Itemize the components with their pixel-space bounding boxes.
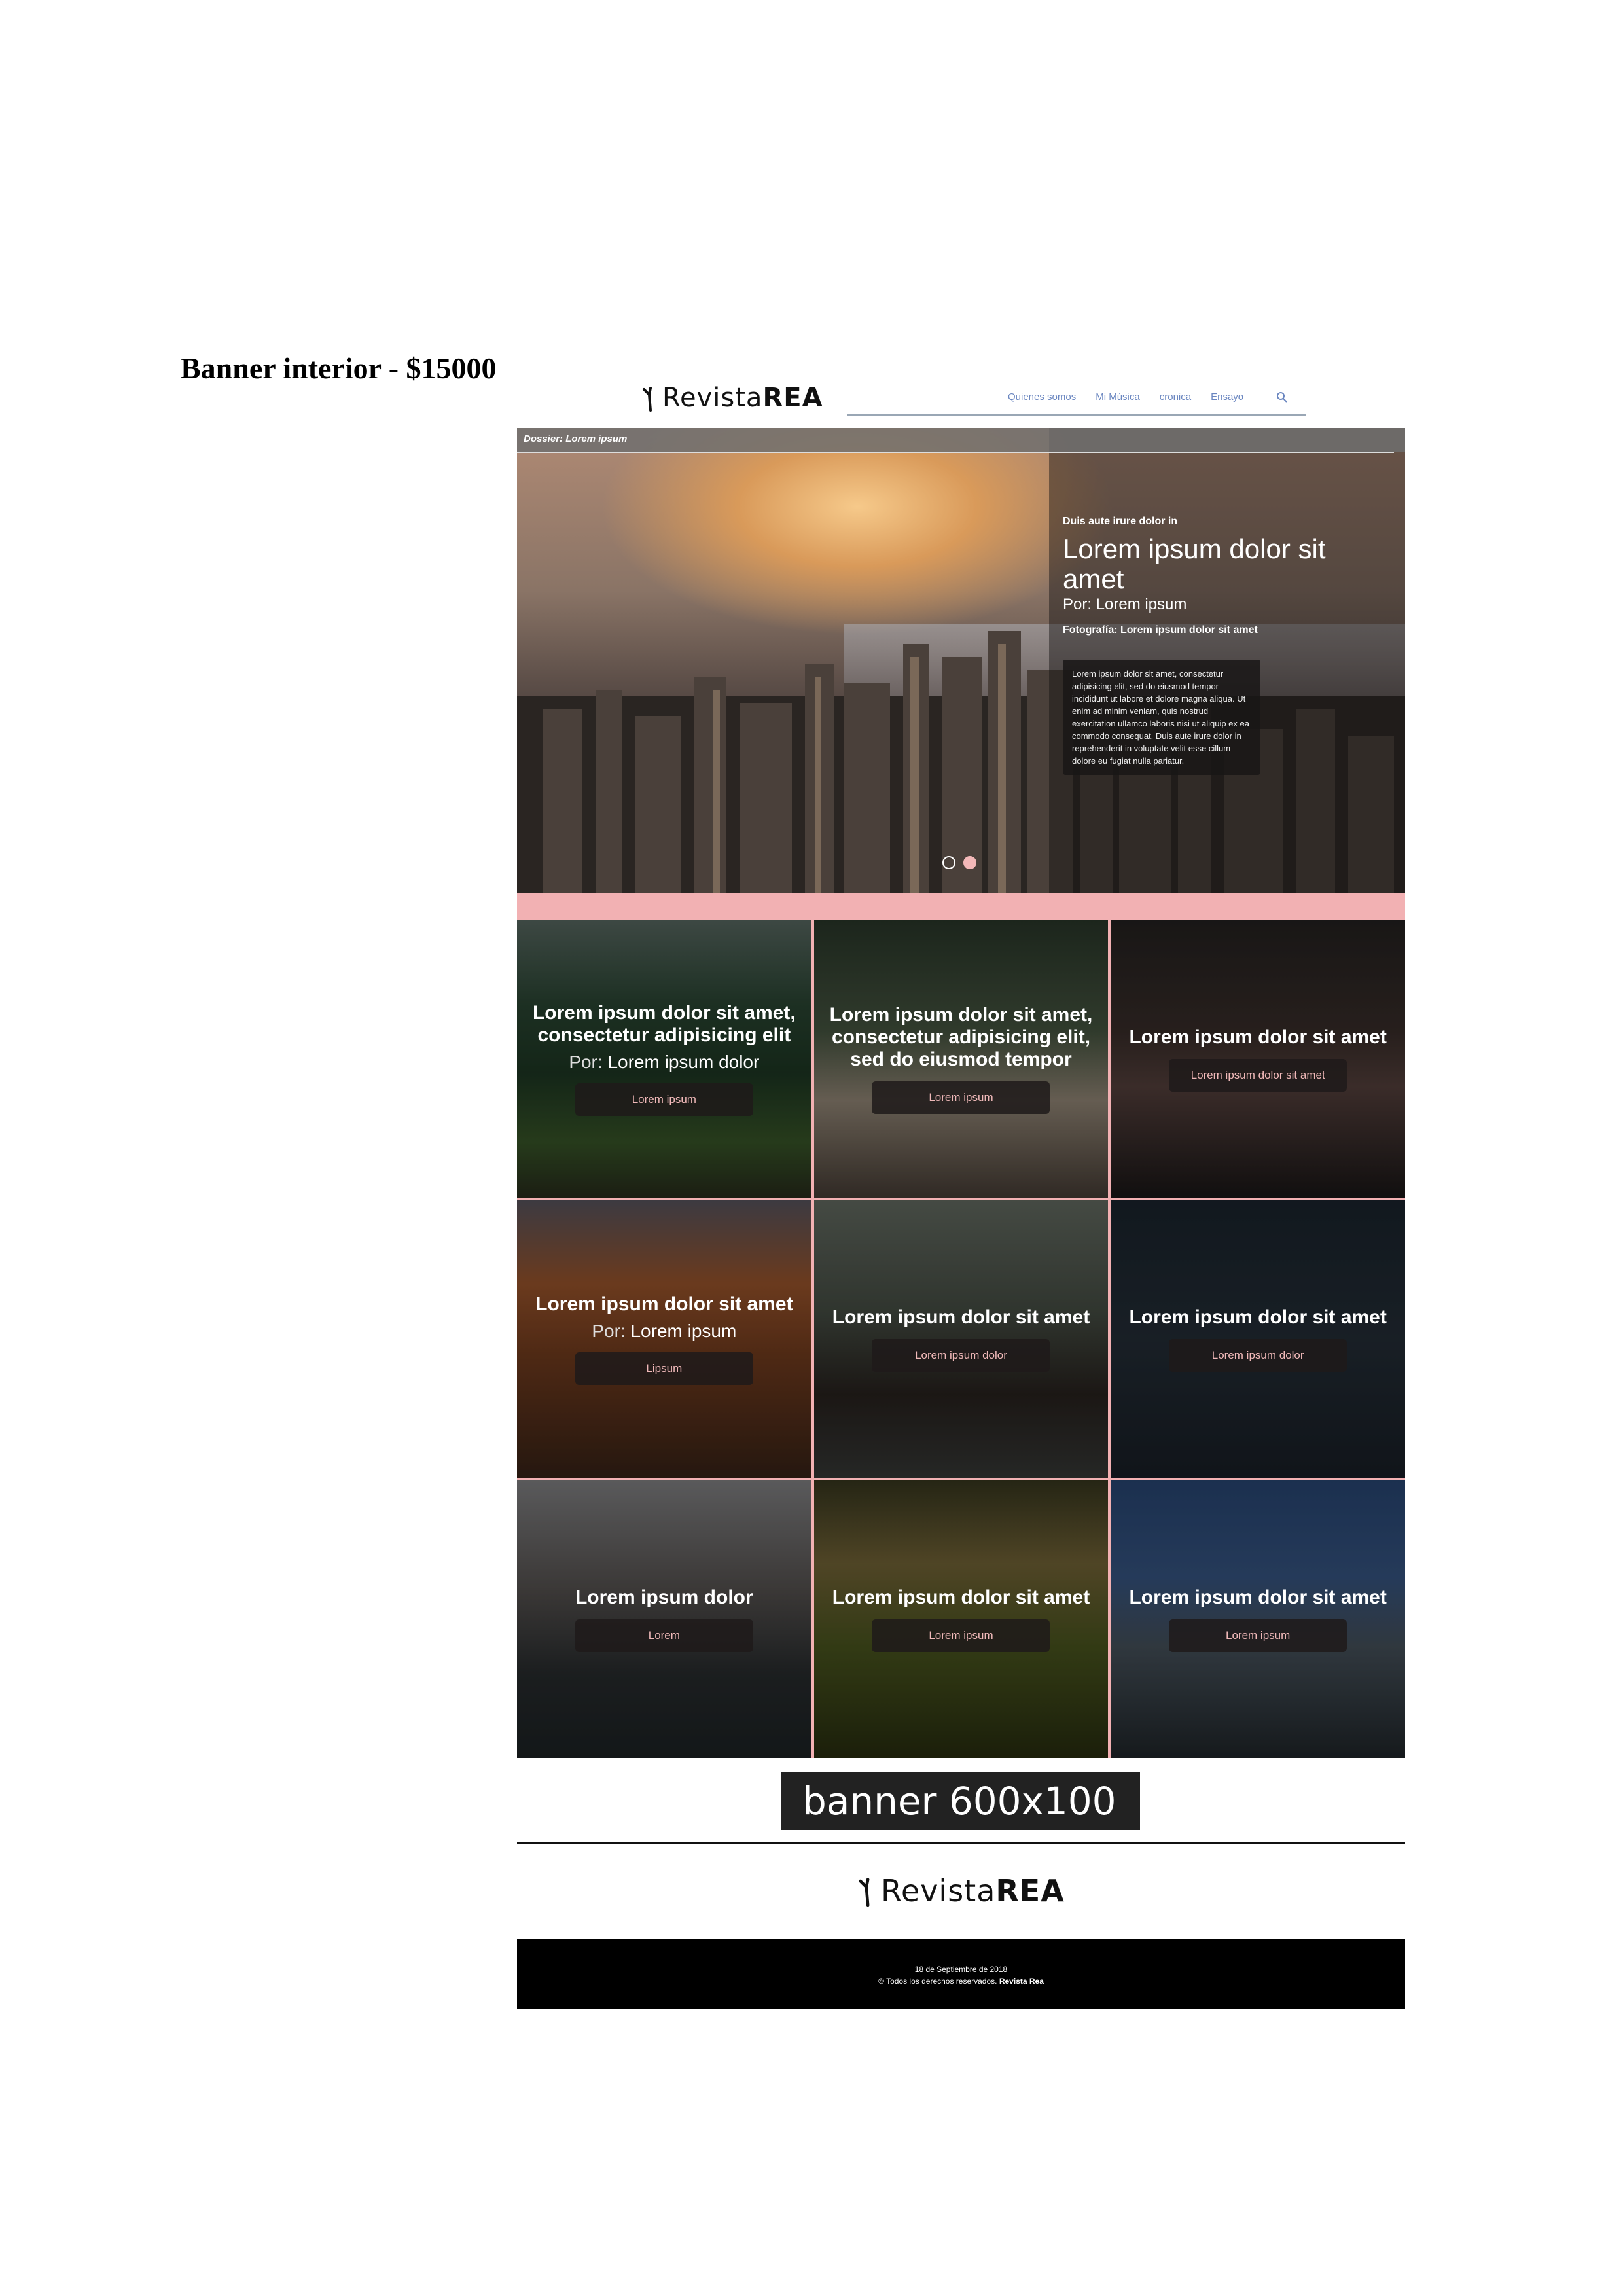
- nav-underline: [847, 414, 1306, 416]
- card-title[interactable]: Lorem ipsum dolor sit amet, consectetur …: [521, 1002, 808, 1047]
- logo-mark-icon: [643, 387, 652, 412]
- card-button[interactable]: Lorem ipsum dolor: [872, 1339, 1050, 1372]
- footer-rights: © Todos los derechos reservados.: [878, 1977, 997, 1986]
- article-card[interactable]: Lorem ipsum dolor sit amet Lorem ipsum d…: [1111, 1200, 1405, 1478]
- hero-headline[interactable]: Lorem ipsum dolor sit amet: [1063, 534, 1390, 594]
- logo-text-bold: REA: [995, 1873, 1065, 1909]
- card-button[interactable]: Lorem ipsum: [575, 1083, 753, 1116]
- article-card[interactable]: Lorem ipsum dolor sit amet Por: Lorem ip…: [517, 1200, 812, 1478]
- footer-logo[interactable]: Revista REA: [857, 1873, 1065, 1909]
- pink-divider-band: [517, 893, 1405, 920]
- logo-text-light: Revista: [881, 1873, 996, 1909]
- card-title[interactable]: Lorem ipsum dolor sit amet: [1129, 1587, 1386, 1609]
- article-card[interactable]: Lorem ipsum dolor sit amet Lorem ipsum d…: [813, 1200, 1109, 1478]
- slider-dot-active[interactable]: [963, 856, 976, 869]
- card-title[interactable]: Lorem ipsum dolor: [575, 1587, 753, 1609]
- byline-name: Lorem ipsum: [630, 1321, 737, 1341]
- card-title[interactable]: Lorem ipsum dolor sit amet: [832, 1587, 1090, 1609]
- article-card[interactable]: Lorem ipsum dolor sit amet Lorem ipsum: [1111, 1480, 1405, 1758]
- card-byline: Por: Lorem ipsum: [592, 1321, 736, 1342]
- document-title: Banner interior - $15000: [181, 351, 497, 385]
- card-title[interactable]: Lorem ipsum dolor sit amet, consectetur …: [818, 1004, 1105, 1071]
- logo-text-bold: REA: [762, 383, 823, 413]
- footer-rights-line: © Todos los derechos reservados. Revista…: [517, 1975, 1405, 1987]
- dossier-label[interactable]: Dossier: Lorem ipsum: [517, 428, 1405, 452]
- search-icon[interactable]: [1276, 391, 1288, 403]
- footer-date: 18 de Septiembre de 2018: [914, 1965, 1008, 1974]
- dossier-rule: [517, 452, 1394, 453]
- article-card[interactable]: Lorem ipsum dolor sit amet Lorem ipsum d…: [1111, 920, 1405, 1198]
- hero-slider[interactable]: Dossier: Lorem ipsum Duis aute irure dol…: [517, 428, 1405, 893]
- card-button[interactable]: Lorem ipsum: [872, 1081, 1050, 1114]
- card-button[interactable]: Lorem ipsum dolor: [1169, 1339, 1347, 1372]
- card-button[interactable]: Lorem ipsum: [1169, 1619, 1347, 1652]
- hero-photo-credit: Fotografía: Lorem ipsum dolor sit amet: [1063, 624, 1258, 636]
- byline-name: Lorem ipsum dolor: [607, 1052, 760, 1072]
- logo-mark-icon: [859, 1878, 870, 1907]
- slider-dots: [942, 856, 976, 869]
- article-card[interactable]: Lorem ipsum dolor sit amet, consectetur …: [517, 920, 812, 1198]
- hero-byline: Por: Lorem ipsum: [1063, 596, 1187, 613]
- footer-rule: [517, 1842, 1405, 1844]
- nav-item-quienes-somos[interactable]: Quienes somos: [1008, 391, 1076, 403]
- footer-brand: Revista Rea: [999, 1977, 1044, 1986]
- hero-excerpt: Lorem ipsum dolor sit amet, consectetur …: [1063, 660, 1260, 775]
- nav-item-ensayo[interactable]: Ensayo: [1211, 391, 1243, 403]
- hero-kicker: Duis aute irure dolor in: [1063, 516, 1178, 527]
- byline-label: Por:: [592, 1321, 626, 1341]
- card-title[interactable]: Lorem ipsum dolor sit amet: [535, 1293, 793, 1316]
- card-title[interactable]: Lorem ipsum dolor sit amet: [1129, 1026, 1386, 1049]
- footer-bar: 18 de Septiembre de 2018 © Todos los der…: [517, 1939, 1405, 2009]
- ad-banner-placeholder[interactable]: banner 600x100: [781, 1772, 1140, 1830]
- card-byline: Por: Lorem ipsum dolor: [569, 1052, 759, 1073]
- card-button[interactable]: Lorem ipsum: [872, 1619, 1050, 1652]
- article-card[interactable]: Lorem ipsum dolor sit amet Lorem ipsum: [813, 1480, 1109, 1758]
- slider-dot[interactable]: [942, 856, 955, 869]
- logo-text-light: Revista: [662, 383, 763, 413]
- nav-item-mi-musica[interactable]: Mi Música: [1096, 391, 1140, 403]
- card-button[interactable]: Lorem ipsum dolor sit amet: [1169, 1059, 1347, 1092]
- nav-item-cronica[interactable]: cronica: [1160, 391, 1191, 403]
- article-card[interactable]: Lorem ipsum dolor Lorem: [517, 1480, 812, 1758]
- card-title[interactable]: Lorem ipsum dolor sit amet: [832, 1306, 1090, 1329]
- card-button[interactable]: Lipsum: [575, 1352, 753, 1385]
- card-title[interactable]: Lorem ipsum dolor sit amet: [1129, 1306, 1386, 1329]
- article-grid: Lorem ipsum dolor sit amet, consectetur …: [517, 920, 1405, 1758]
- card-button[interactable]: Lorem: [575, 1619, 753, 1652]
- article-card[interactable]: Lorem ipsum dolor sit amet, consectetur …: [813, 920, 1109, 1198]
- byline-label: Por:: [569, 1052, 603, 1072]
- site-logo[interactable]: Revista REA: [641, 383, 823, 413]
- main-nav: Quienes somos Mi Música cronica Ensayo: [1008, 391, 1288, 403]
